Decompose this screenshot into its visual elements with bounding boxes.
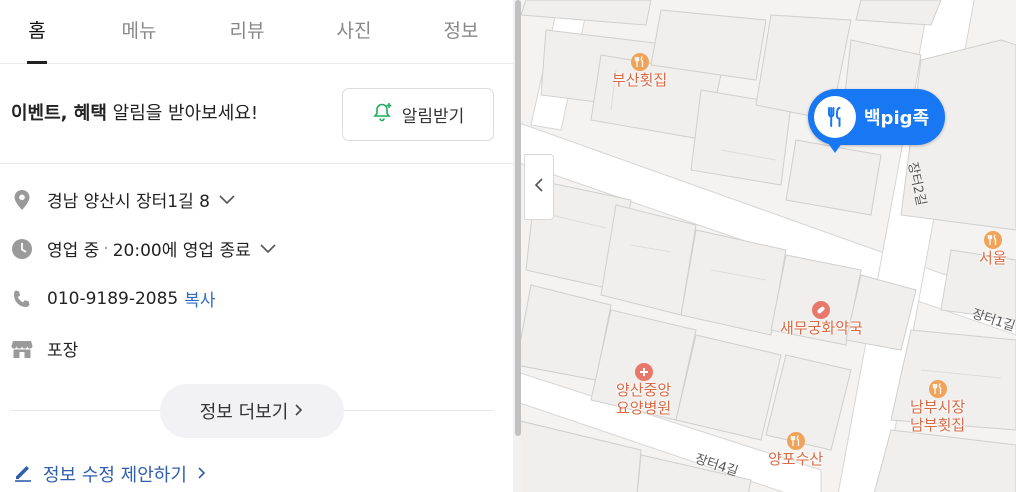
tab-bar: 홈 메뉴 리뷰 사진 정보 <box>0 0 516 64</box>
notification-message: 이벤트, 혜택 알림을 받아보세요! <box>11 99 258 125</box>
address-row[interactable]: 경남 양산시 장터1길 8 <box>11 187 236 212</box>
service-text: 포장 <box>47 341 79 361</box>
marker-label: 백pig족 <box>864 108 930 129</box>
hours-separator: · <box>103 238 109 259</box>
tab-photos[interactable]: 사진 <box>314 16 394 43</box>
bell-plus-icon <box>372 101 394 128</box>
phone-number: 010-9189-2085 <box>47 288 179 309</box>
poi-pharmacy[interactable]: 새무궁화약국 <box>780 301 863 337</box>
hours-row[interactable]: 영업 중 · 20:00에 영업 종료 <box>11 236 277 261</box>
tab-menu[interactable]: 메뉴 <box>99 16 179 43</box>
poi-label: 서울 <box>979 249 1007 267</box>
place-detail-view: 홈 메뉴 리뷰 사진 정보 이벤트, 혜택 알림을 받아보세요! 알림받기 경남… <box>0 0 1016 492</box>
more-info-label: 정보 더보기 <box>199 402 289 423</box>
store-icon <box>11 338 33 360</box>
restaurant-icon <box>983 231 1002 249</box>
poi-place[interactable]: 서울 <box>979 231 1007 267</box>
poi-label: 남부시장 남부횟집 <box>910 398 966 434</box>
pill-icon <box>812 301 831 319</box>
restaurant-icon <box>928 380 947 398</box>
chevron-right-icon <box>197 464 207 485</box>
hospital-icon <box>634 363 653 381</box>
tab-home[interactable]: 홈 <box>0 16 77 43</box>
tab-reviews[interactable]: 리뷰 <box>207 16 287 43</box>
suggest-edit-link[interactable]: 정보 수정 제안하기 <box>13 461 207 487</box>
poi-label: 새무궁화약국 <box>780 319 863 337</box>
location-pin-icon <box>11 189 33 211</box>
restaurant-icon <box>814 96 856 138</box>
copy-phone-button[interactable]: 복사 <box>184 286 215 311</box>
clock-icon <box>11 238 33 260</box>
hours-status: 영업 중 <box>47 241 100 261</box>
notification-text: 알림을 받아보세요! <box>106 103 259 124</box>
collapse-panel-button[interactable] <box>524 154 554 220</box>
hours-detail: 20:00에 영업 종료 <box>112 241 251 261</box>
poi-restaurant[interactable]: 부산횟집 <box>612 53 667 89</box>
suggest-edit-label: 정보 수정 제안하기 <box>43 465 187 486</box>
restaurant-icon <box>786 432 805 450</box>
notification-highlight: 이벤트, 혜택 <box>11 103 107 124</box>
subscribe-alarm-label: 알림받기 <box>401 107 465 127</box>
poi-label: 양산중앙 요양병원 <box>616 381 672 417</box>
more-info-button[interactable]: 정보 더보기 <box>160 384 344 438</box>
notification-banner: 이벤트, 혜택 알림을 받아보세요! 알림받기 <box>0 64 516 164</box>
chevron-down-icon <box>259 243 277 255</box>
subscribe-alarm-button[interactable]: 알림받기 <box>342 88 494 141</box>
marker-tail <box>828 143 842 153</box>
tab-info[interactable]: 정보 <box>421 16 501 43</box>
selected-place-marker[interactable]: 백pig족 <box>808 89 946 145</box>
poi-restaurant[interactable]: 양포수산 <box>768 432 823 468</box>
phone-row: 010-9189-2085 복사 <box>11 286 216 311</box>
phone-icon <box>11 288 33 310</box>
pencil-icon <box>13 462 33 487</box>
poi-label: 부산횟집 <box>612 71 668 89</box>
service-row: 포장 <box>11 336 78 361</box>
chevron-right-icon <box>294 401 304 422</box>
place-info-panel: 홈 메뉴 리뷰 사진 정보 이벤트, 혜택 알림을 받아보세요! 알림받기 경남… <box>0 0 516 492</box>
chevron-down-icon <box>218 194 236 206</box>
restaurant-icon <box>630 53 649 71</box>
poi-hospital[interactable]: 양산중앙 요양병원 <box>616 363 671 417</box>
chevron-left-icon <box>534 177 544 197</box>
address-text: 경남 양산시 장터1길 8 <box>47 192 210 212</box>
poi-label: 양포수산 <box>768 450 824 468</box>
poi-market[interactable]: 남부시장 남부횟집 <box>910 380 965 434</box>
